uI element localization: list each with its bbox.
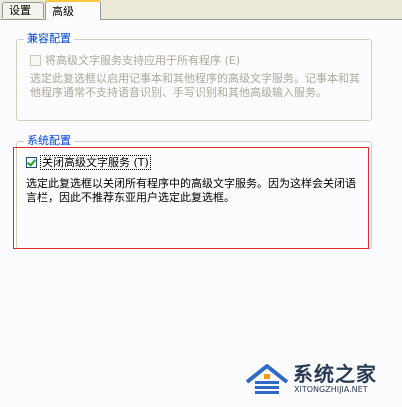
house-logo-icon [245, 364, 289, 394]
compat-config-title: 兼容配置 [24, 32, 74, 46]
system-config-group: 系统配置 关闭高级文字服务 (T) 选定此复选框以关闭所有程序中的高级文字服务。… [16, 134, 372, 249]
apply-all-programs-label: 将高级文字服务支持应用于所有程序 (E) [45, 54, 241, 67]
compat-description: 选定此复选框以启用记事本和其他程序的高级文字服务。记事本和其他程序通常不支持语音… [30, 72, 360, 99]
tab-settings[interactable]: 设置 [2, 2, 44, 18]
watermark: 系统之家 XITONGZHIJIA.NET [243, 358, 393, 400]
apply-all-programs-checkbox[interactable] [30, 55, 41, 66]
disable-advanced-text-services-checkbox[interactable] [26, 157, 37, 168]
system-description: 选定此复选框以关闭所有程序中的高级文字服务。因为这样会关闭语言栏，因此不推荐东亚… [26, 177, 356, 204]
tab-panel-advanced: 兼容配置 将高级文字服务支持应用于所有程序 (E) 选定此复选框以启用记事本和其… [0, 19, 402, 407]
system-checkbox-row[interactable]: 关闭高级文字服务 (T) [26, 155, 151, 170]
tab-advanced[interactable]: 高级 [45, 0, 101, 20]
disable-advanced-text-services-label: 关闭高级文字服务 (T) [40, 155, 151, 170]
compat-checkbox-row[interactable]: 将高级文字服务支持应用于所有程序 (E) [30, 54, 240, 67]
system-config-title: 系统配置 [24, 134, 74, 148]
compat-config-group: 兼容配置 将高级文字服务支持应用于所有程序 (E) 选定此复选框以启用记事本和其… [16, 32, 372, 121]
watermark-url: XITONGZHIJIA.NET [294, 385, 368, 394]
tab-strip: 设置 高级 [0, 0, 402, 20]
watermark-title: 系统之家 [293, 362, 377, 386]
